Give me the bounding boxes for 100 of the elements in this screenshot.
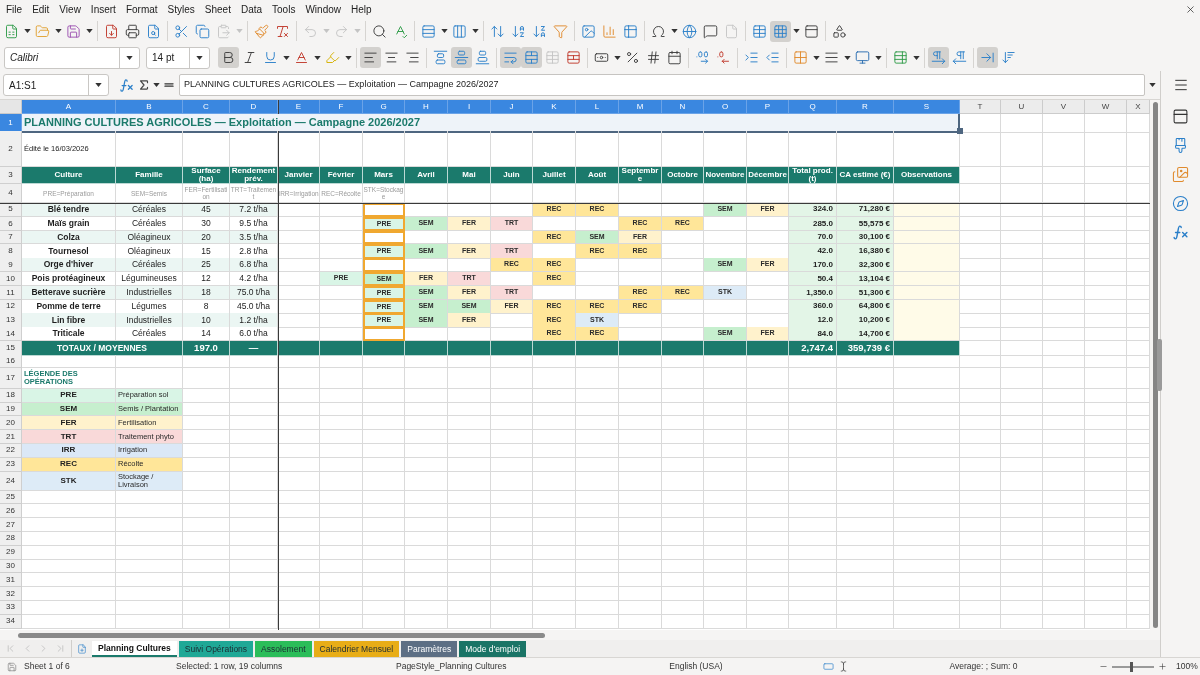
column-header[interactable]: A [22, 100, 116, 114]
panel-icon[interactable] [1172, 108, 1189, 125]
font-name-field[interactable]: Calibri [4, 46, 140, 69]
caret-icon[interactable] [843, 55, 851, 60]
sheet-tab[interactable]: Paramètres [401, 641, 458, 657]
sum-icon[interactable] [137, 78, 151, 92]
sheet-tab[interactable]: Suivi Opérations [178, 641, 254, 657]
column-header[interactable]: D [230, 100, 278, 114]
left-to-right-button[interactable] [928, 47, 949, 68]
menu-item[interactable]: Format [120, 1, 163, 17]
row-header[interactable]: 2 [0, 131, 22, 167]
language-text[interactable]: English (USA) [669, 660, 723, 673]
column-header[interactable]: W [1085, 100, 1127, 114]
row-header[interactable]: 20 [0, 416, 22, 431]
menu-item[interactable]: Tools [267, 1, 301, 17]
column-header[interactable]: J [491, 100, 533, 114]
menu-item[interactable]: Edit [27, 1, 55, 17]
caret-icon[interactable] [313, 55, 321, 60]
scrollbar-thumb[interactable] [18, 632, 545, 638]
column-header[interactable]: E [278, 100, 320, 114]
column-header[interactable]: K [533, 100, 576, 114]
column-header[interactable]: F [320, 100, 363, 114]
caret-icon[interactable] [95, 83, 102, 87]
row-header[interactable]: 8 [0, 244, 22, 259]
row-header[interactable]: 21 [0, 430, 22, 444]
caret-icon[interactable] [812, 55, 820, 60]
menu-item[interactable]: Data [235, 1, 268, 17]
menu-item[interactable]: Styles [162, 1, 200, 17]
column-header[interactable]: C [183, 100, 230, 114]
column-header[interactable]: N [662, 100, 704, 114]
caret-icon[interactable] [613, 55, 621, 60]
scrollbar-thumb[interactable] [1152, 102, 1158, 628]
text-cursor-icon[interactable] [838, 661, 849, 672]
selection-handle[interactable] [957, 128, 963, 134]
add-sheet-icon[interactable] [77, 643, 87, 654]
menu-item[interactable]: View [54, 1, 86, 17]
row-header[interactable]: 13 [0, 313, 22, 328]
sheet-tab[interactable]: Assolement [255, 641, 312, 657]
zoom-percent-text[interactable]: 100% [1176, 660, 1198, 673]
name-box[interactable]: A1:S1 [3, 74, 109, 96]
zoom-slider-thumb[interactable] [1130, 661, 1134, 672]
caret-icon[interactable] [54, 29, 62, 33]
caret-icon[interactable] [1149, 83, 1156, 87]
sheet-tab[interactable]: Planning Cultures [92, 641, 177, 657]
caret-icon[interactable] [912, 55, 920, 60]
caret-icon[interactable] [792, 29, 800, 33]
close-icon[interactable] [1185, 3, 1196, 15]
sheet-tab[interactable]: Mode d'emploi [459, 641, 527, 657]
formula-input[interactable]: PLANNING CULTURES AGRICOLES — Exploitation — Campagne 2026/2027 [179, 74, 1145, 96]
column-header[interactable]: Q [789, 100, 837, 114]
row-header[interactable]: 9 [0, 258, 22, 272]
column-header[interactable]: H [405, 100, 448, 114]
caret-icon[interactable] [471, 29, 479, 33]
column-header[interactable]: O [704, 100, 747, 114]
menu-item[interactable]: File [1, 1, 28, 17]
caret-icon[interactable] [874, 55, 882, 60]
row-header[interactable]: 4 [0, 184, 22, 203]
caret-icon[interactable] [344, 55, 352, 60]
function-icon[interactable] [1172, 224, 1189, 241]
row-header[interactable]: 26 [0, 504, 22, 519]
menu-item[interactable]: Sheet [199, 1, 236, 17]
caret-icon[interactable] [126, 55, 133, 60]
row-header[interactable]: 3 [0, 167, 22, 184]
column-header[interactable]: T [960, 100, 1001, 114]
column-header[interactable]: G [363, 100, 405, 114]
caret-icon[interactable] [23, 29, 31, 33]
bold-button[interactable] [218, 47, 239, 68]
column-header[interactable]: R [837, 100, 894, 114]
column-header[interactable]: X [1127, 100, 1150, 114]
text-horizontal-button[interactable] [977, 47, 998, 68]
column-header[interactable]: P [747, 100, 789, 114]
menu-item[interactable]: Help [346, 1, 377, 17]
row-header[interactable]: 27 [0, 518, 22, 532]
rectangle-icon[interactable] [823, 661, 834, 672]
column-header[interactable]: L [576, 100, 619, 114]
menu-item[interactable]: Insert [85, 1, 121, 17]
caret-icon[interactable] [85, 29, 93, 33]
column-header[interactable]: B [116, 100, 183, 114]
column-header[interactable]: S [894, 100, 960, 114]
images-icon[interactable] [1172, 166, 1189, 183]
column-header[interactable]: V [1043, 100, 1085, 114]
caret-icon[interactable] [152, 83, 160, 87]
merge-center-button[interactable] [521, 47, 542, 68]
row-header[interactable]: 1 [0, 114, 22, 133]
caret-icon[interactable] [196, 55, 203, 60]
row-header[interactable]: 14 [0, 327, 22, 341]
row-header[interactable]: 31 [0, 573, 22, 588]
caret-icon[interactable] [282, 55, 290, 60]
caret-icon[interactable] [670, 29, 678, 33]
zoom-in-icon[interactable] [1158, 662, 1167, 671]
row-header[interactable]: 17 [0, 367, 22, 389]
align-middle-button[interactable] [451, 47, 472, 68]
wrap-text-button[interactable] [500, 47, 521, 68]
column-header[interactable]: U [1001, 100, 1043, 114]
align-left-button[interactable] [360, 47, 381, 68]
column-header[interactable]: I [448, 100, 491, 114]
font-size-field[interactable]: 14 pt [146, 46, 210, 69]
compass-icon[interactable] [1172, 195, 1189, 212]
caret-icon[interactable] [440, 29, 448, 33]
menu-item[interactable]: Window [300, 1, 346, 17]
